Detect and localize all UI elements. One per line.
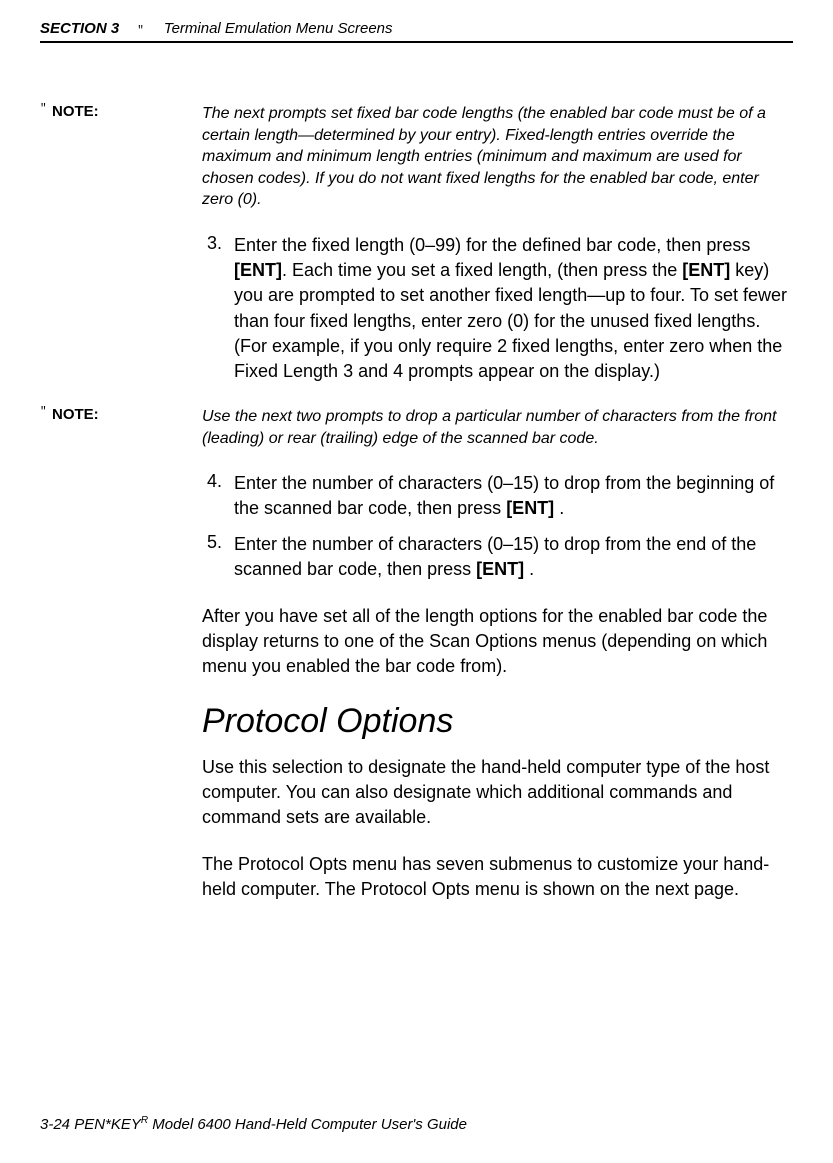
header-marker: " — [137, 25, 144, 37]
key-label: [ENT] — [506, 498, 554, 518]
step-number: 3. — [202, 233, 234, 384]
text-fragment: . Each time you set a fixed length, (the… — [282, 260, 682, 280]
section-heading: Protocol Options — [202, 702, 793, 741]
step-number: 5. — [202, 532, 234, 582]
step-item: 4. Enter the number of characters (0–15)… — [202, 471, 793, 521]
text-fragment: Enter the number of characters (0–15) to… — [234, 473, 774, 518]
footer-prefix: PEN*KEY — [74, 1116, 141, 1133]
page-footer: 3-24 PEN*KEYR Model 6400 Hand-Held Compu… — [40, 1095, 793, 1133]
key-label: [ENT] — [476, 559, 524, 579]
body-paragraph: The Protocol Opts menu has seven submenu… — [202, 852, 793, 902]
note-marker: " — [40, 406, 52, 449]
step-item: 5. Enter the number of characters (0–15)… — [202, 532, 793, 582]
note-block: " NOTE: Use the next two prompts to drop… — [40, 406, 793, 449]
note-label: NOTE: — [52, 103, 202, 211]
text-fragment: . — [554, 498, 564, 518]
content-area: " NOTE: The next prompts set fixed bar c… — [40, 103, 793, 1095]
footer-rest: Model 6400 Hand-Held Computer User's Gui… — [148, 1116, 467, 1133]
note-block: " NOTE: The next prompts set fixed bar c… — [40, 103, 793, 211]
step-text: Enter the fixed length (0–99) for the de… — [234, 233, 793, 384]
page-number: 3-24 — [40, 1116, 70, 1133]
text-fragment: Enter the fixed length (0–99) for the de… — [234, 235, 750, 255]
section-label: SECTION 3 — [40, 20, 119, 37]
note-text: Use the next two prompts to drop a parti… — [202, 406, 793, 449]
page-container: SECTION 3 " Terminal Emulation Menu Scre… — [0, 0, 833, 1163]
step-text: Enter the number of characters (0–15) to… — [234, 471, 793, 521]
note-label: NOTE: — [52, 406, 202, 449]
note-text: The next prompts set fixed bar code leng… — [202, 103, 793, 211]
step-number: 4. — [202, 471, 234, 521]
body-paragraph: Use this selection to designate the hand… — [202, 755, 793, 831]
page-header: SECTION 3 " Terminal Emulation Menu Scre… — [40, 20, 793, 43]
body-paragraph: After you have set all of the length opt… — [202, 604, 793, 680]
step-item: 3. Enter the fixed length (0–99) for the… — [202, 233, 793, 384]
text-fragment: . — [524, 559, 534, 579]
step-text: Enter the number of characters (0–15) to… — [234, 532, 793, 582]
key-label: [ENT] — [234, 260, 282, 280]
key-label: [ENT] — [682, 260, 730, 280]
section-title: Terminal Emulation Menu Screens — [164, 20, 393, 37]
note-marker: " — [40, 103, 52, 211]
